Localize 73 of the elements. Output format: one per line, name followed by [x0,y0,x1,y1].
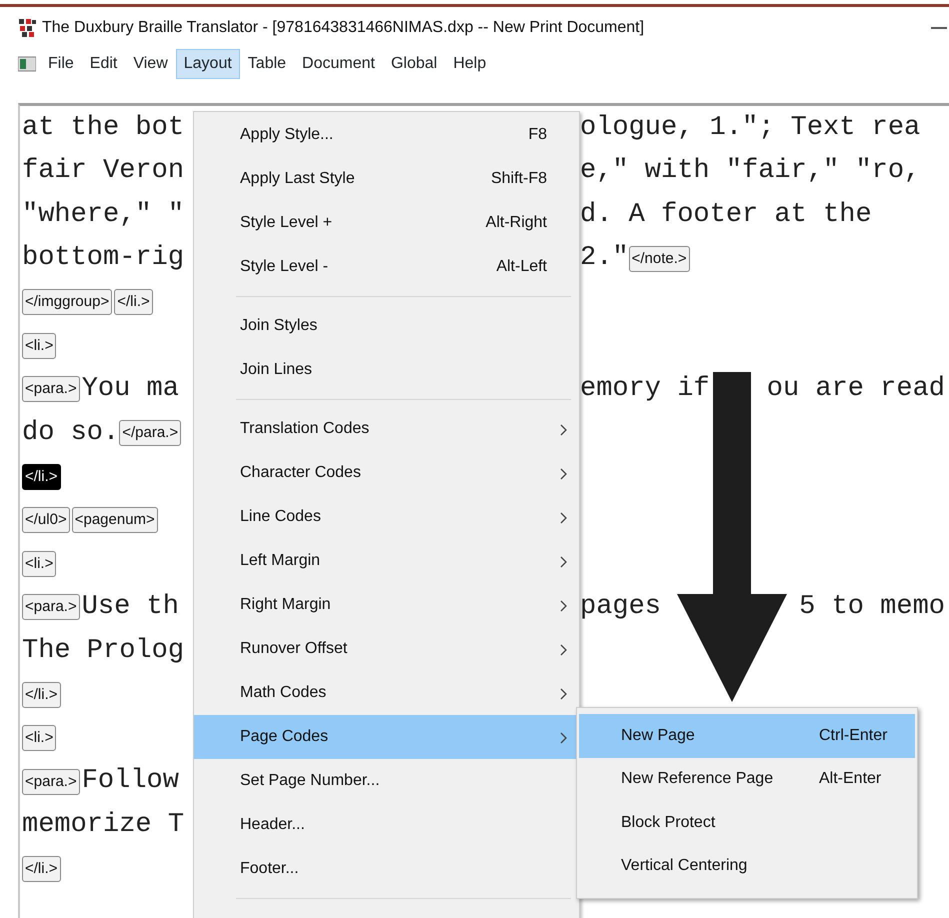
menu-bar-item[interactable]: Layout [176,49,240,79]
document-text: at the bot [22,112,184,145]
document-text: The Prolog [22,634,184,668]
code-tag[interactable]: <para.> [22,594,80,620]
menu-bar-item[interactable]: Document [294,49,383,79]
chevron-right-icon [560,468,567,480]
menu-item[interactable]: Style Level + Alt-Right [194,201,579,245]
document-text: ologue, 1."; Text rea [580,112,920,145]
menu-item[interactable]: Runover Offset [194,627,579,671]
code-tag[interactable]: <para.> [22,768,80,795]
menu-item[interactable]: New Page Ctrl-Enter [579,714,915,758]
menu-item[interactable]: Apply Style... F8 [194,113,579,157]
chevron-right-icon [560,644,567,656]
code-tag[interactable]: </ul0> [22,507,70,534]
document-text: bottom-rig [22,242,184,276]
code-tag[interactable]: <li.> [22,725,56,752]
menu-bar-item[interactable]: Help [445,49,494,79]
code-tag[interactable]: <li.> [22,332,56,359]
document-text: d. A footer at the [580,198,872,232]
chevron-right-icon [560,600,567,612]
document-text: emory if [580,373,710,406]
menu-item[interactable]: New Reference Page Alt-Enter [579,758,915,801]
document-text: do so. [22,416,120,450]
chevron-right-icon [560,556,567,568]
document-text: e," with "fair," "ro, [580,155,920,188]
code-tag[interactable]: </note.> [628,246,690,272]
code-tag[interactable]: </li.> [22,856,61,882]
document-text: memorize T [22,809,184,842]
chevron-right-icon [560,512,567,524]
document-icon[interactable] [18,56,36,72]
app-logo-icon [18,18,38,38]
menu-bar-item[interactable]: File [40,49,82,79]
document-text: 2." [580,242,629,276]
document-text: pages [580,591,662,624]
menu-bar-item[interactable]: Table [240,49,294,79]
menu-bar-item[interactable]: Global [382,49,446,79]
menu-item[interactable]: Character Codes [194,451,579,495]
document-text: ou are read [766,373,945,406]
document-text: Use th [82,591,179,624]
menu-item[interactable]: Apply Last Style Shift-F8 [194,157,579,201]
code-tag[interactable]: </li.> [114,289,153,316]
chevron-right-icon [560,688,567,700]
menu-item[interactable]: Math Codes [194,671,579,715]
code-tag[interactable]: <pagenum> [72,507,158,534]
menu-item[interactable]: Left Margin [194,539,579,583]
menu-item[interactable]: Right Margin [194,583,579,627]
chevron-right-icon [560,732,567,744]
code-tag[interactable]: </li.> [22,682,61,708]
menu-item[interactable]: Set Page Number... [194,759,579,803]
menu-item[interactable]: Header... [194,803,579,847]
menu-item[interactable]: Page Codes [194,715,579,759]
document-text: "where," " [22,198,184,232]
menu-item[interactable]: Footer... [194,847,579,891]
menu-item[interactable]: Join Styles [194,304,579,348]
menu-item[interactable]: Vertical Centering [579,844,915,888]
chevron-right-icon [560,424,567,436]
menu-item[interactable]: Translation Codes [194,407,579,451]
document-text: 5 to memo [799,591,945,624]
menu-bar-item[interactable]: View [125,49,176,79]
code-tag[interactable]: <li.> [22,550,56,577]
document-text: Follow [82,765,179,798]
code-tag[interactable]: </li.> [22,464,61,490]
menu-item[interactable]: Block Protect [579,801,915,844]
code-tag[interactable]: </imggroup> [22,289,112,316]
code-tag[interactable]: </para.> [119,420,182,446]
document-text: You ma [82,373,179,406]
code-tag[interactable]: <para.> [22,376,80,402]
document-text: fair Veron [22,155,184,188]
menu-bar-item[interactable]: Edit [82,49,126,79]
menu-item[interactable]: Style Level - Alt-Left [194,245,579,289]
menu-item[interactable]: Join Lines [194,348,579,392]
menu-item[interactable]: Line Codes [194,495,579,539]
window-title: The Duxbury Braille Translator - [9781643831466NIMAS.dxp -- New Print Document] [42,18,644,38]
